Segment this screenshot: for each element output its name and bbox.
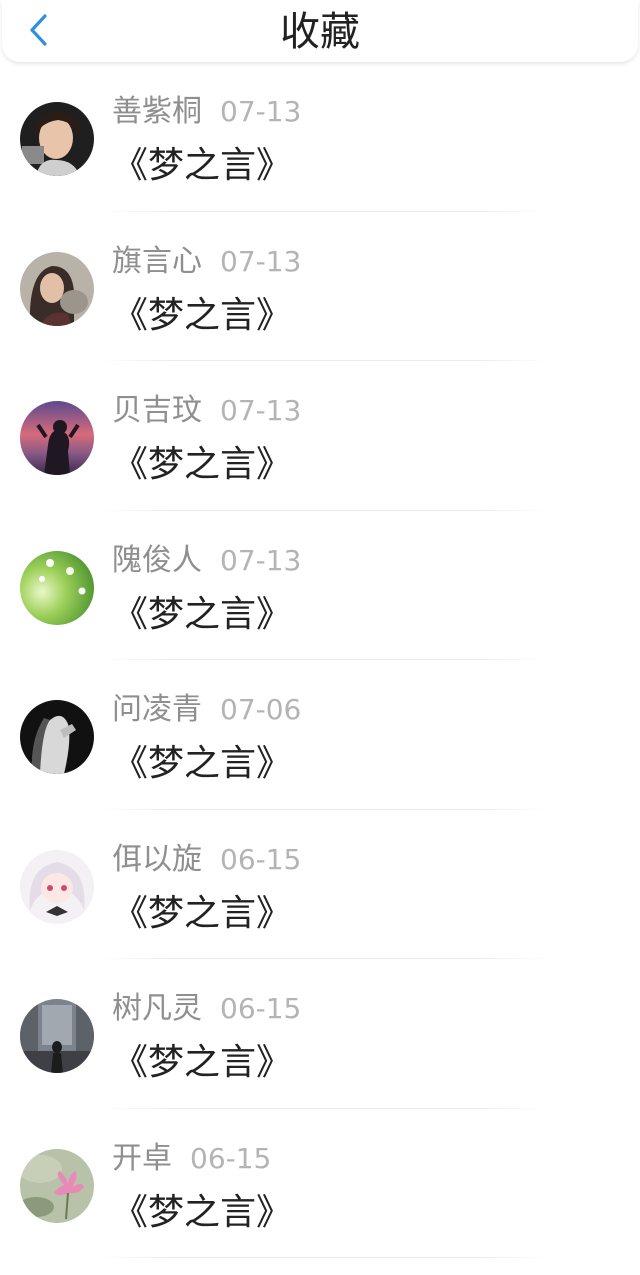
collect-date: 06-15 — [220, 842, 302, 876]
book-title[interactable]: 《梦之言》 — [112, 142, 292, 190]
page-title: 收藏 — [280, 9, 360, 55]
book-title[interactable]: 《梦之言》 — [112, 740, 292, 788]
avatar — [20, 401, 94, 475]
list-item[interactable]: 隗俊人 07-13 《梦之言》 — [0, 511, 640, 660]
list-item[interactable]: 旗言心 07-13 《梦之言》 — [0, 212, 640, 361]
favorites-screen: 收藏 善紫桐 07-13 《梦之言》 旗言心 07-13 《梦之言》 贝吉玟 0… — [0, 0, 640, 1275]
list-item[interactable]: 贝吉玟 07-13 《梦之言》 — [0, 361, 640, 511]
collector-name: 佴以旋 — [112, 841, 202, 877]
avatar — [20, 550, 94, 625]
book-title[interactable]: 《梦之言》 — [112, 441, 292, 489]
avatar — [20, 999, 94, 1073]
list-item[interactable]: 开卓 06-15 《梦之言》 — [0, 1109, 640, 1258]
collect-date: 07-06 — [220, 693, 302, 726]
avatar — [20, 102, 94, 176]
book-title[interactable]: 《梦之言》 — [112, 1039, 292, 1087]
collect-date: 07-13 — [220, 95, 302, 128]
collect-date: 07-13 — [220, 394, 302, 427]
avatar — [20, 849, 94, 924]
book-title[interactable]: 《梦之言》 — [112, 1189, 292, 1237]
collector-name: 旗言心 — [112, 243, 202, 279]
list-item[interactable]: 问凌青 07-06 《梦之言》 — [0, 660, 640, 810]
collect-date: 07-13 — [220, 244, 302, 278]
favorites-list: 善紫桐 07-13 《梦之言》 旗言心 07-13 《梦之言》 贝吉玟 07-1… — [0, 62, 640, 1258]
collector-name: 问凌青 — [112, 692, 202, 727]
list-item[interactable]: 佴以旋 06-15 《梦之言》 — [0, 810, 640, 959]
book-title[interactable]: 《梦之言》 — [112, 890, 292, 938]
book-title[interactable]: 《梦之言》 — [112, 591, 292, 639]
avatar — [20, 1148, 94, 1223]
avatar — [20, 251, 94, 326]
collector-name: 隗俊人 — [112, 542, 202, 578]
collector-name: 贝吉玟 — [112, 393, 202, 428]
top-bar: 收藏 — [2, 0, 638, 62]
list-item[interactable]: 树凡灵 06-15 《梦之言》 — [0, 959, 640, 1109]
collector-name: 善紫桐 — [112, 94, 202, 129]
collect-date: 06-15 — [220, 992, 302, 1025]
book-title[interactable]: 《梦之言》 — [112, 292, 292, 340]
avatar — [20, 700, 94, 774]
list-item[interactable]: 善紫桐 07-13 《梦之言》 — [0, 62, 640, 212]
collector-name: 开卓 — [112, 1140, 172, 1176]
collect-date: 06-15 — [190, 1141, 272, 1175]
collector-name: 树凡灵 — [112, 991, 202, 1026]
divider — [100, 1257, 550, 1258]
collect-date: 07-13 — [220, 543, 302, 577]
